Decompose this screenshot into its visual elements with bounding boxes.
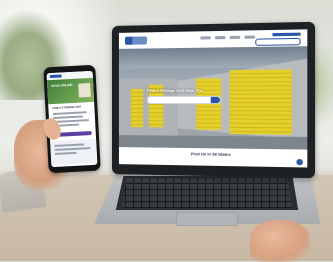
hero-image: Find a Storage Unit Near You <box>118 46 308 150</box>
banner-box-image <box>78 83 91 98</box>
nav-phone-number <box>272 32 301 37</box>
laptop-trackpad <box>176 212 238 226</box>
phone-text-line <box>53 119 90 123</box>
banner-text: SAVE ONLINE <box>51 82 73 89</box>
photo-scene: Find a Storage Unit Near You Find Us in … <box>0 0 333 262</box>
locations-section: Find Us in 38 States <box>118 147 308 168</box>
phone-logo <box>49 74 62 79</box>
phone-text-line <box>54 143 85 147</box>
phone-info-section <box>50 138 98 166</box>
nav-link <box>244 35 256 39</box>
nav-link <box>200 36 211 40</box>
right-hand <box>250 220 310 262</box>
locations-title: Find Us in 38 States <box>190 151 231 157</box>
phone-text-line <box>54 151 77 155</box>
laptop-keys <box>121 178 293 208</box>
storage-door <box>229 69 292 135</box>
phone-text-line <box>54 147 91 151</box>
laptop-screen: Find a Storage Unit Near You Find Us in … <box>112 21 316 179</box>
laptop-website: Find a Storage Unit Near You Find Us in … <box>118 29 308 168</box>
phone-promo-banner: SAVE ONLINE <box>46 77 95 105</box>
site-logo <box>124 36 148 45</box>
storage-door <box>130 88 143 128</box>
phone-text-line <box>52 111 87 116</box>
hero-search-button <box>210 96 221 104</box>
phone-text-line <box>52 115 83 119</box>
nav-link <box>229 35 241 40</box>
nav-links <box>200 35 256 40</box>
nav-search-field <box>255 37 301 46</box>
hero-search-field <box>147 95 222 105</box>
phone-section-title: FIND A STORAGE UNIT <box>52 105 82 111</box>
hero-headline: Find a Storage Unit Near You <box>147 87 204 93</box>
nav-link <box>214 36 226 40</box>
chat-icon <box>296 158 303 166</box>
